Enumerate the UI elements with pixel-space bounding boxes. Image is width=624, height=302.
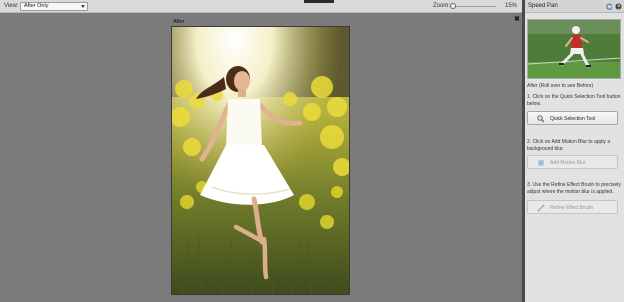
after-photo[interactable] (171, 26, 350, 295)
preview-thumbnail[interactable] (527, 19, 621, 79)
zoom-value: 15% (505, 3, 518, 9)
window-tab-notch (304, 0, 334, 3)
refine-effect-brush-button[interactable]: Refine Effect Brush (527, 200, 618, 214)
close-icon[interactable]: ✖ (514, 16, 520, 23)
thumbnail-illustration (528, 20, 620, 78)
speed-pan-panel: Speed Pan After (Roll over to see Before… (525, 0, 624, 302)
brush-icon (537, 204, 545, 212)
step-1-text: 1. Click on the Quick Selection Tool but… (527, 94, 621, 107)
thumbnail-caption: After (Roll over to see Before) (527, 83, 594, 89)
zoom-slider-track[interactable] (452, 6, 496, 7)
after-caption: After (173, 19, 185, 25)
photo-illustration (172, 27, 349, 294)
chevron-down-icon (81, 5, 85, 8)
quick-selection-tool-button[interactable]: Quick Selection Tool (527, 111, 618, 125)
add-motion-blur-button[interactable]: Add Motion Blur (527, 155, 618, 169)
panel-title: Speed Pan (528, 3, 558, 9)
quick-selection-tool-label: Quick Selection Tool (550, 116, 596, 122)
view-label: View: (4, 3, 19, 9)
view-select-value: After Only (24, 3, 49, 9)
view-select[interactable]: After Only (20, 2, 88, 11)
zoom-label: Zoom: (433, 3, 451, 9)
refine-effect-brush-label: Refine Effect Brush (550, 205, 593, 211)
motion-blur-icon (538, 160, 544, 166)
help-icon[interactable] (615, 3, 622, 10)
panel-header: Speed Pan (525, 0, 624, 13)
quick-selection-icon (537, 115, 545, 123)
step-3-text: 3. Use the Refine Effect Brush to precis… (527, 182, 621, 195)
add-motion-blur-label: Add Motion Blur (550, 160, 586, 166)
step-2-text: 2. Click on Add Motion Blur to apply a b… (527, 139, 611, 152)
refresh-icon[interactable] (606, 3, 613, 10)
zoom-slider-handle[interactable] (450, 3, 456, 9)
